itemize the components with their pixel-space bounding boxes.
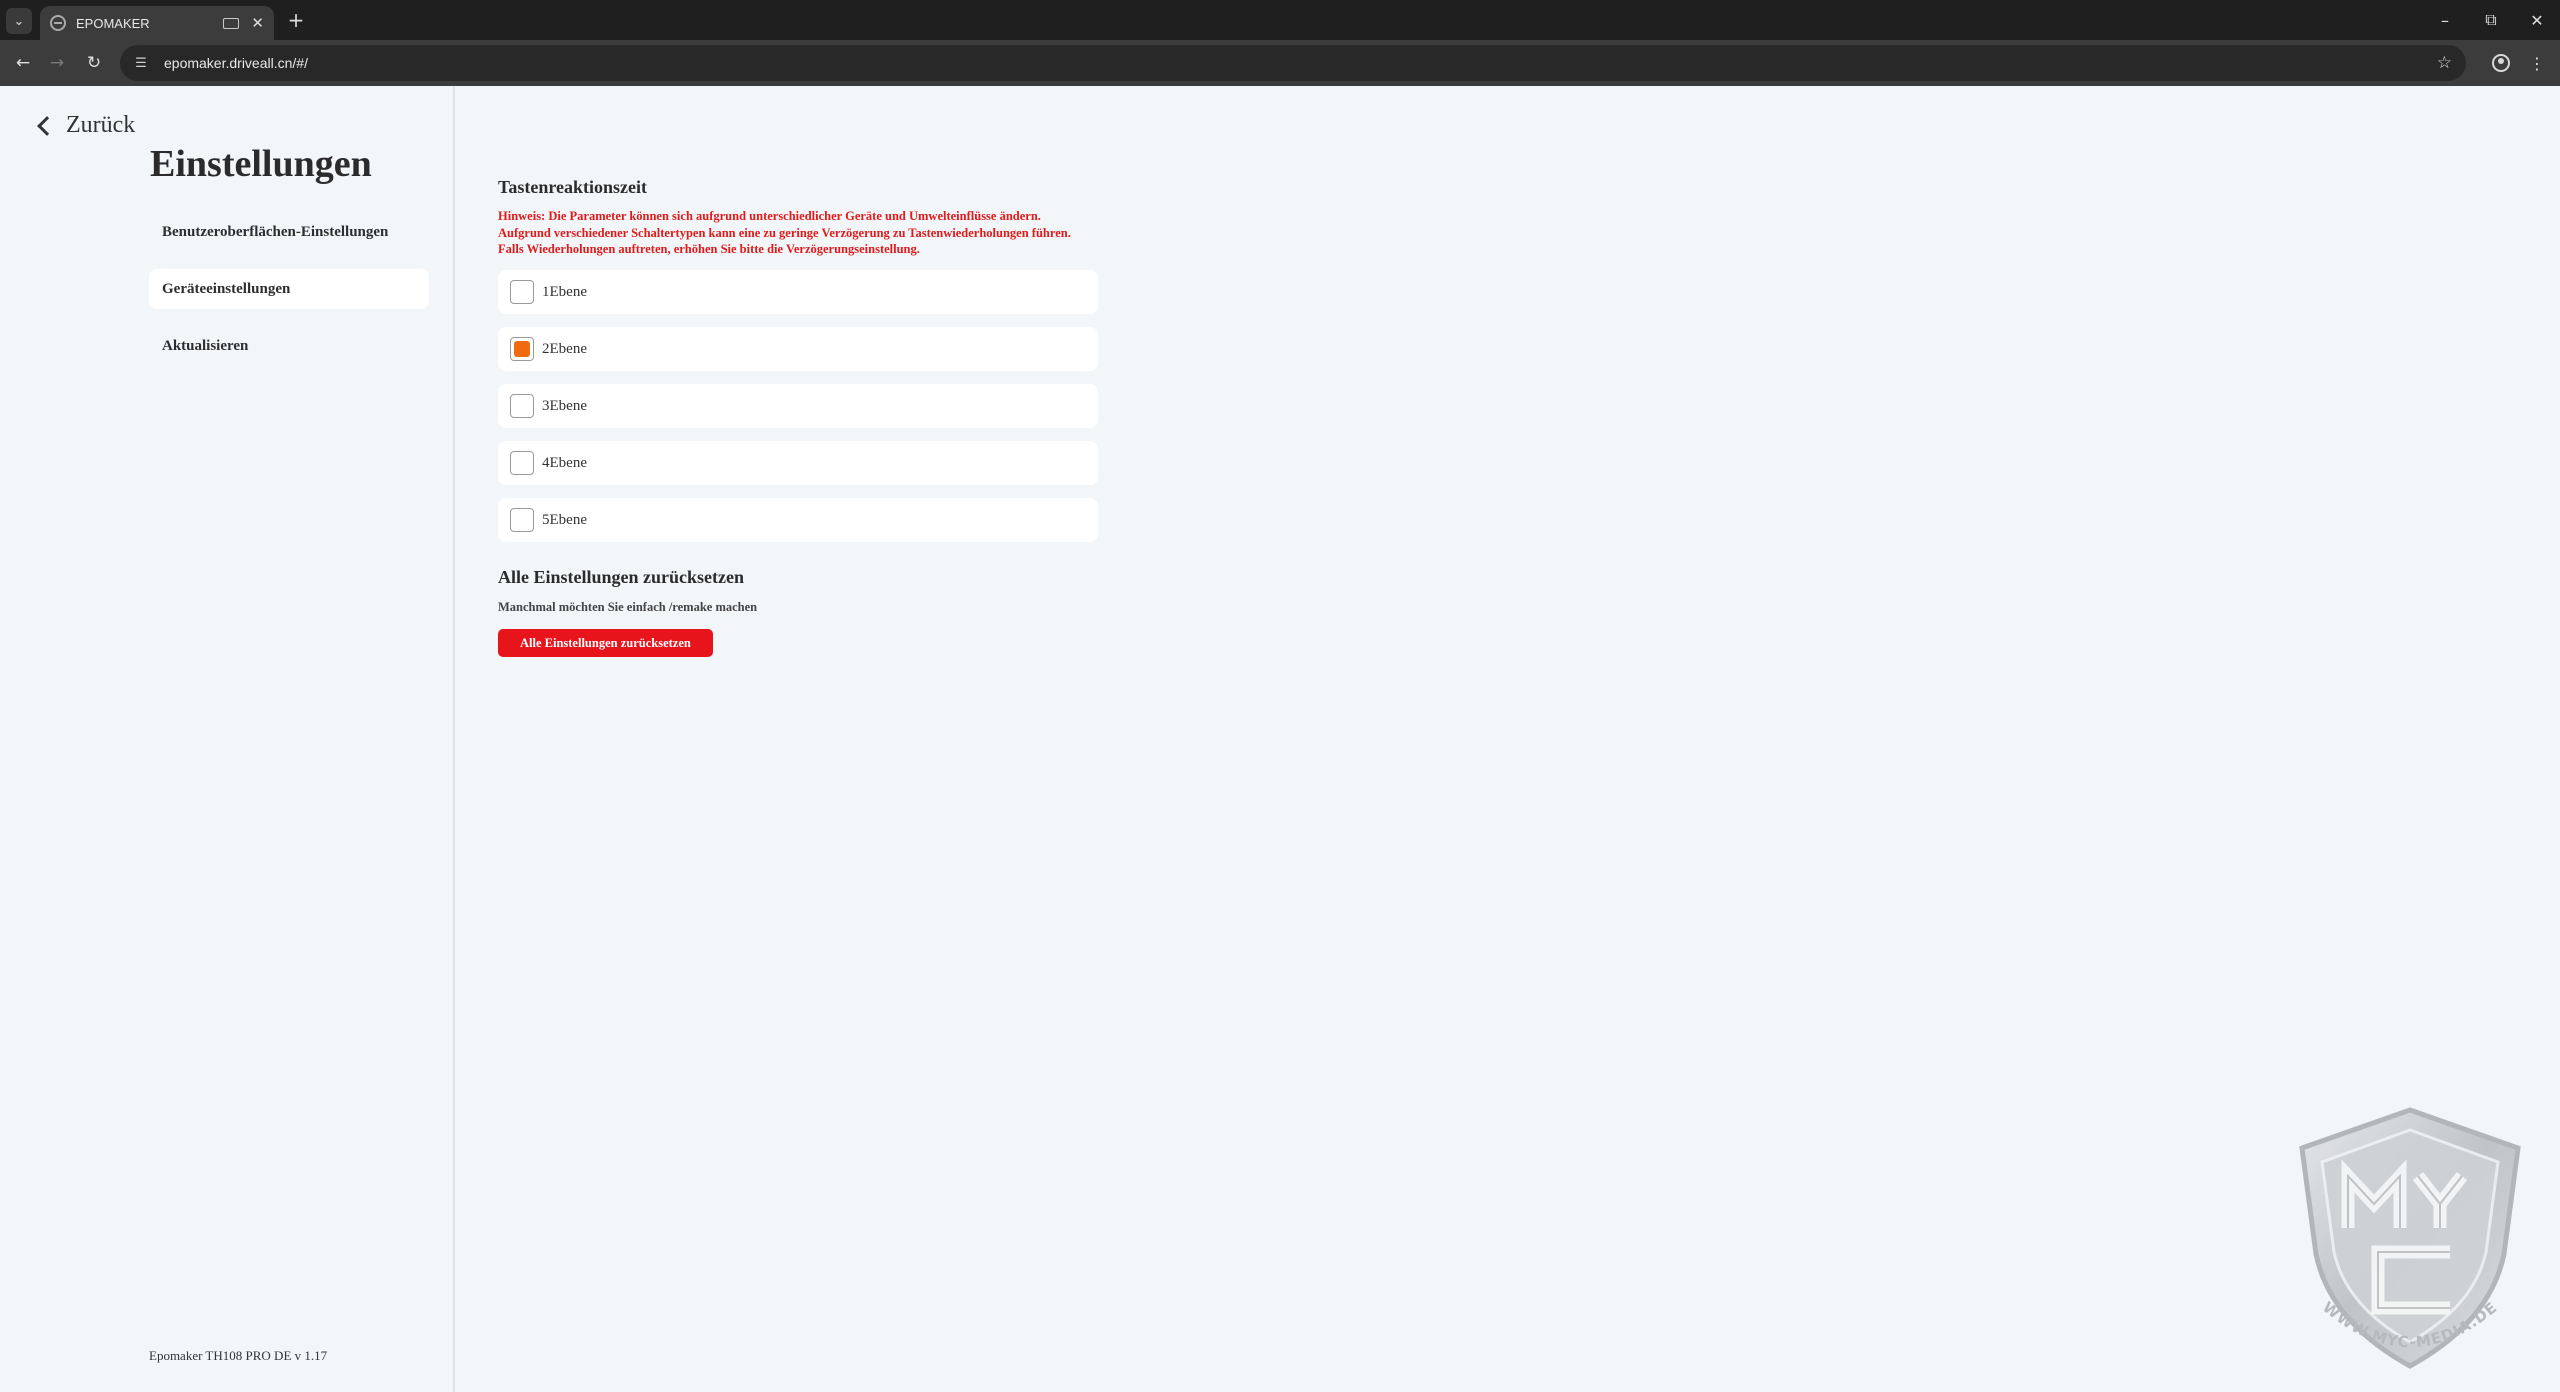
kebab-menu-icon: ⋮: [2529, 53, 2545, 73]
reload-button[interactable]: ↻: [79, 48, 109, 78]
option-label: 3Ebene: [542, 397, 587, 414]
restore-icon: ⧉: [2485, 10, 2497, 29]
level-option-3[interactable]: 3Ebene: [498, 384, 1098, 428]
sidebar-item-ui-settings[interactable]: Benutzeroberflächen-Einstellungen: [149, 212, 429, 252]
reset-section-title: Alle Einstellungen zurücksetzen: [498, 567, 744, 587]
minimize-button[interactable]: –: [2422, 0, 2468, 40]
option-label: 5Ebene: [542, 511, 587, 528]
browser-tab[interactable]: EPOMAKER ✕: [40, 6, 274, 40]
close-window-button[interactable]: ✕: [2514, 0, 2560, 40]
option-checkbox[interactable]: [510, 508, 534, 532]
myc-media-watermark: WWW.MYC-MEDIA.DE: [2299, 1107, 2521, 1369]
level-option-2[interactable]: 2Ebene: [498, 327, 1098, 371]
url-text[interactable]: epomaker.driveall.cn/#/: [164, 55, 2437, 71]
profile-button[interactable]: [2486, 48, 2516, 78]
level-option-4[interactable]: 4Ebene: [498, 441, 1098, 485]
arrow-left-icon: ←: [15, 53, 31, 73]
close-tab-icon[interactable]: ✕: [251, 14, 264, 32]
option-label: 4Ebene: [542, 454, 587, 471]
option-checkbox[interactable]: [510, 280, 534, 304]
browser-titlebar: ⌄ EPOMAKER ✕ + – ⧉ ✕: [0, 0, 2560, 40]
version-label: Epomaker TH108 PRO DE v 1.17: [149, 1348, 328, 1363]
back-nav-button[interactable]: ←: [8, 48, 38, 78]
tune-icon[interactable]: ☰: [130, 52, 152, 74]
globe-icon: [50, 15, 66, 31]
close-icon: ✕: [2530, 10, 2544, 30]
page-title: Einstellungen: [150, 143, 372, 185]
level-option-5[interactable]: 5Ebene: [498, 498, 1098, 542]
option-label: 2Ebene: [542, 340, 587, 357]
settings-sidebar: Zurück Einstellungen Benutzeroberflächen…: [0, 86, 455, 1392]
hint-line: Aufgrund verschiedener Schaltertypen kan…: [498, 225, 1071, 240]
chevron-down-icon: ⌄: [13, 13, 25, 29]
option-checkbox[interactable]: [510, 451, 534, 475]
hint-line: Falls Wiederholungen auftreten, erhöhen …: [498, 242, 920, 256]
browser-toolbar: ← → ↻ ☰ epomaker.driveall.cn/#/ ☆ ⋮: [0, 40, 2560, 86]
new-tab-button[interactable]: +: [282, 6, 310, 34]
option-checkbox-selected[interactable]: [510, 337, 534, 361]
selected-fill: [514, 341, 530, 357]
restore-button[interactable]: ⧉: [2468, 0, 2514, 40]
reload-icon: ↻: [86, 53, 102, 73]
sidebar-item-device-settings[interactable]: Geräteeinstellungen: [149, 269, 429, 309]
reset-all-button[interactable]: Alle Einstellungen zurücksetzen: [498, 629, 713, 657]
minimize-icon: –: [2441, 10, 2449, 30]
plus-icon: +: [287, 8, 305, 32]
back-label: Zurück: [66, 112, 136, 138]
settings-main: Tastenreaktionszeit Hinweis: Die Paramet…: [457, 86, 2560, 1392]
forward-nav-button[interactable]: →: [42, 48, 72, 78]
media-icon[interactable]: [223, 17, 240, 29]
profile-icon: [2492, 54, 2510, 72]
response-time-hint: Hinweis: Die Parameter können sich aufgr…: [498, 208, 1198, 258]
star-icon[interactable]: ☆: [2437, 53, 2452, 73]
chevron-left-icon: [37, 115, 57, 136]
tab-title: EPOMAKER: [76, 15, 150, 31]
tab-list-button[interactable]: ⌄: [6, 8, 32, 34]
arrow-right-icon: →: [49, 53, 65, 73]
reset-subtitle: Manchmal möchten Sie einfach /remake mac…: [498, 600, 758, 614]
option-label: 1Ebene: [542, 283, 587, 300]
back-link[interactable]: Zurück: [34, 112, 135, 139]
response-time-title: Tastenreaktionszeit: [498, 177, 648, 197]
address-bar[interactable]: ☰ epomaker.driveall.cn/#/ ☆: [120, 45, 2466, 81]
option-checkbox[interactable]: [510, 394, 534, 418]
hint-line: Hinweis: Die Parameter können sich aufgr…: [498, 209, 1041, 223]
browser-menu-button[interactable]: ⋮: [2522, 48, 2552, 78]
sidebar-item-update[interactable]: Aktualisieren: [149, 326, 429, 366]
level-option-1[interactable]: 1Ebene: [498, 270, 1098, 314]
